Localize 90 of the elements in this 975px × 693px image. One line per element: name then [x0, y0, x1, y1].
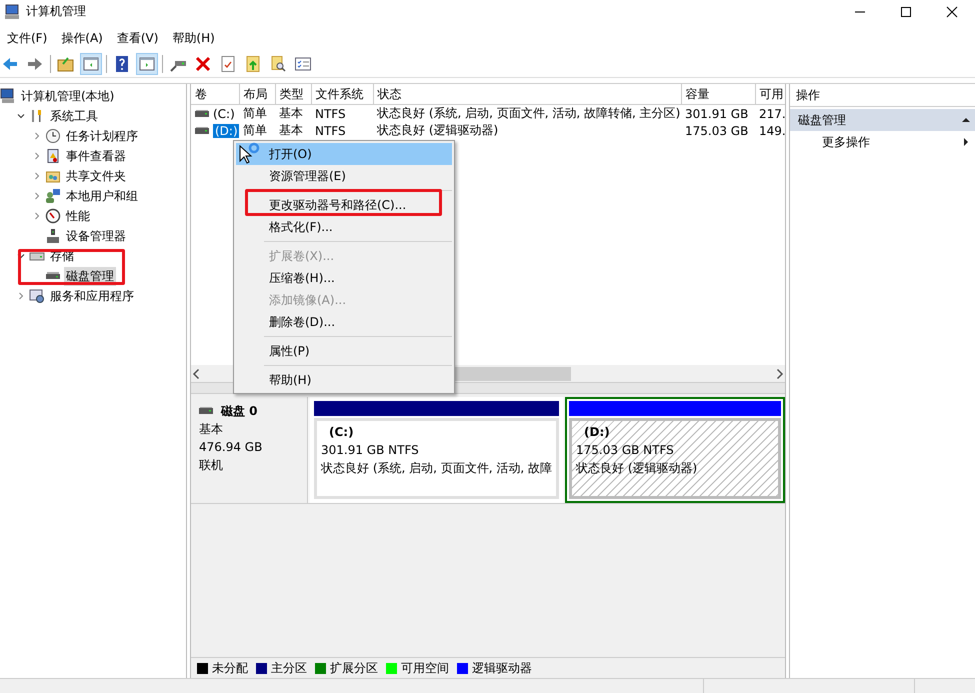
- table-cell: 基本: [275, 104, 311, 122]
- services-icon: [29, 288, 45, 304]
- table-cell-text: 状态良好 (逻辑驱动器): [376, 122, 500, 139]
- busy-cursor-icon: [238, 142, 262, 166]
- collapse-chevron-icon[interactable]: [16, 251, 26, 261]
- table-cell-text: 149.: [758, 122, 785, 139]
- context-menu-item[interactable]: 帮助(H): [236, 369, 452, 391]
- context-menu-item[interactable]: 删除卷(D)...: [236, 311, 452, 333]
- context-menu-item[interactable]: 更改驱动器号和路径(C)...: [236, 194, 452, 216]
- computer-icon: [0, 88, 16, 104]
- tree-item[interactable]: 任务计划程序: [64, 126, 140, 146]
- table-cell: 301.91 GB: [681, 104, 755, 122]
- table-cell: NTFS: [311, 104, 373, 122]
- clock-icon: [45, 128, 61, 144]
- table-cell: 状态良好 (系统, 启动, 页面文件, 活动, 故障转储, 主分区): [373, 104, 681, 122]
- action-link[interactable]: 更多操作: [822, 134, 870, 150]
- expand-chevron-icon[interactable]: [32, 151, 42, 161]
- menu-item[interactable]: 帮助(H): [165, 30, 222, 46]
- partition-size: 301.91 GB NTFS: [321, 442, 420, 458]
- maximize-icon[interactable]: [900, 6, 912, 18]
- legend-label: 可用空间: [401, 660, 449, 676]
- disk-type: 基本: [199, 421, 224, 437]
- partition-block[interactable]: (C:) 301.91 GB NTFS 状态良好 (系统, 启动, 页面文件, 活动, 故障: [310, 397, 564, 503]
- event-log-icon: [45, 148, 61, 164]
- column-header[interactable]: 布局: [239, 84, 275, 104]
- disk-name: 磁盘 0: [221, 403, 258, 419]
- column-header[interactable]: 卷: [191, 84, 239, 104]
- gauge-icon: [45, 208, 61, 224]
- window-title: 计算机管理: [26, 3, 86, 20]
- tree-item[interactable]: 计算机管理(本地): [19, 86, 116, 106]
- volume-name[interactable]: (D:): [213, 124, 239, 138]
- column-header[interactable]: 状态: [373, 84, 681, 104]
- users-icon: [45, 188, 61, 204]
- tree-item[interactable]: 本地用户和组: [64, 186, 140, 206]
- column-header[interactable]: 文件系统: [311, 84, 373, 104]
- partition-status: 状态良好 (逻辑驱动器): [576, 460, 698, 476]
- partition-block[interactable]: (D:) 175.03 GB NTFS 状态良好 (逻辑驱动器): [565, 397, 785, 503]
- context-menu-item[interactable]: 资源管理器(E): [236, 165, 452, 187]
- disk-status: 联机: [199, 457, 224, 473]
- collapse-triangle-icon[interactable]: [961, 115, 971, 125]
- partition-status: 状态良好 (系统, 启动, 页面文件, 活动, 故障: [321, 460, 552, 476]
- drive-icon: [195, 126, 209, 134]
- tree-item[interactable]: 系统工具: [48, 106, 100, 126]
- panel-toggle-icon[interactable]: [81, 54, 101, 74]
- legend-label: 逻辑驱动器: [472, 660, 532, 676]
- drive-icon: [195, 110, 209, 118]
- context-menu-item[interactable]: 格式化(F)...: [236, 216, 452, 238]
- collapse-chevron-icon[interactable]: [16, 111, 26, 121]
- disk-size: 476.94 GB: [199, 439, 264, 455]
- table-cell-text: 基本: [278, 122, 304, 139]
- context-menu-item[interactable]: 属性(P): [236, 340, 452, 362]
- context-menu-item[interactable]: 压缩卷(H)...: [236, 267, 452, 289]
- table-cell-text: NTFS: [314, 122, 347, 139]
- actions-header: 操作: [790, 84, 975, 107]
- expand-chevron-icon[interactable]: [32, 191, 42, 201]
- context-menu-item[interactable]: 打开(O): [236, 143, 452, 165]
- volume-name[interactable]: (C:): [213, 106, 235, 120]
- table-cell-text: 175.03 GB: [684, 122, 750, 139]
- tree-item[interactable]: 性能: [64, 206, 92, 226]
- expand-chevron-icon[interactable]: [32, 211, 42, 221]
- legend-label: 主分区: [271, 660, 307, 676]
- table-cell: 简单: [239, 122, 275, 139]
- table-cell: 简单: [239, 104, 275, 122]
- tree-item[interactable]: 事件查看器: [64, 146, 128, 166]
- legend-label: 扩展分区: [330, 660, 378, 676]
- menu-item[interactable]: 文件(F): [0, 30, 54, 46]
- menu-item[interactable]: 查看(V): [110, 30, 166, 46]
- column-header[interactable]: 类型: [275, 84, 311, 104]
- table-cell: 217.: [755, 104, 785, 122]
- tree-item[interactable]: 服务和应用程序: [48, 286, 136, 306]
- partition-label: (C:): [328, 424, 355, 440]
- close-icon[interactable]: [946, 6, 958, 18]
- expand-chevron-icon[interactable]: [32, 131, 42, 141]
- device-icon: [45, 228, 61, 244]
- delete-icon[interactable]: [193, 54, 213, 74]
- column-header[interactable]: 容量: [681, 84, 755, 104]
- partition-label: (D:): [583, 424, 611, 440]
- actions-section[interactable]: 磁盘管理: [790, 109, 975, 131]
- disk-drive-icon: [199, 407, 213, 415]
- partition-size: 175.03 GB NTFS: [576, 442, 675, 458]
- expand-chevron-icon[interactable]: [32, 171, 42, 181]
- submenu-arrow-icon: [961, 137, 971, 147]
- tree-item[interactable]: 共享文件夹: [64, 166, 128, 186]
- expand-chevron-icon[interactable]: [16, 291, 26, 301]
- legend-label: 未分配: [212, 660, 248, 676]
- computer-icon: [4, 4, 20, 20]
- action-pane-toggle-icon[interactable]: [137, 54, 157, 74]
- column-header[interactable]: 可用: [755, 84, 785, 104]
- menu-item[interactable]: 操作(A): [54, 30, 110, 46]
- tree-item[interactable]: 设备管理器: [64, 226, 128, 246]
